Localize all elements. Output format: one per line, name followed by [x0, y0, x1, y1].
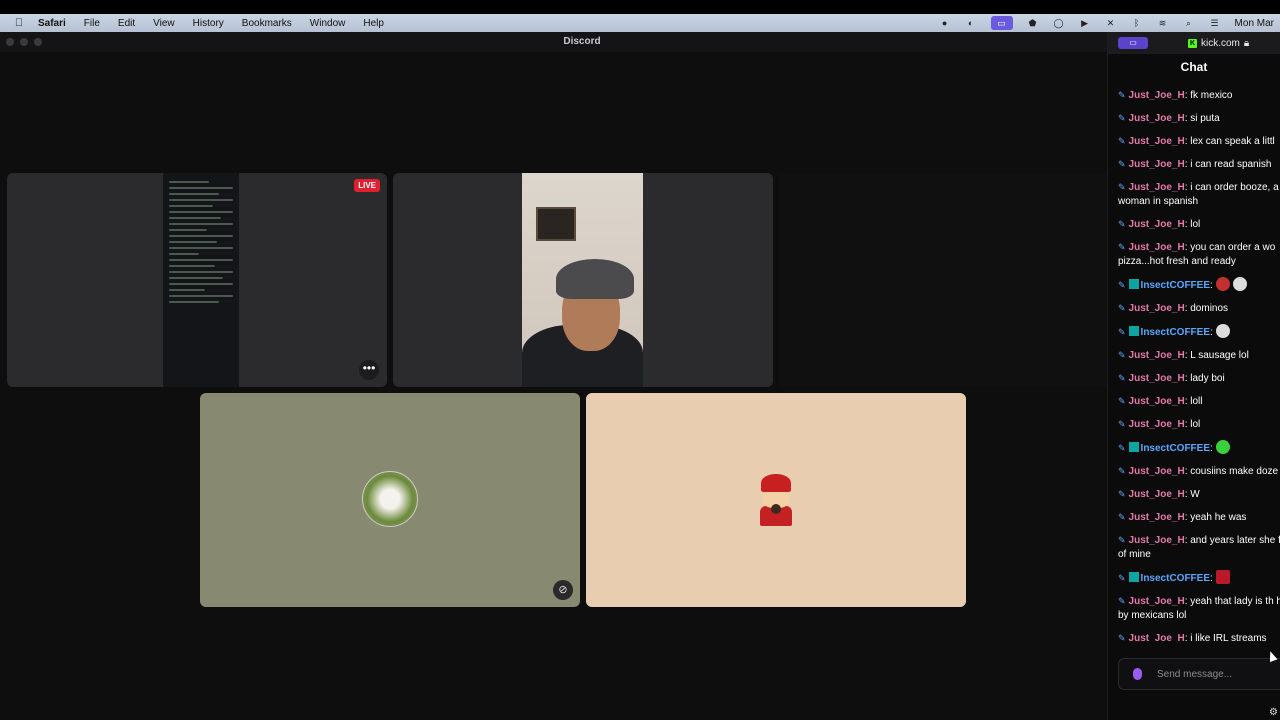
chat-message: ✎ Just_Joe_H: si puta [1118, 113, 1220, 124]
chat-message: ✎ Just_Joe_H: W [1118, 489, 1200, 500]
chat-message: ✎ Just_Joe_H: lex can speak a littl [1118, 136, 1275, 147]
menu-file[interactable]: File [84, 18, 100, 29]
empty-tile[interactable] [779, 173, 1109, 387]
menu-history[interactable]: History [193, 18, 224, 29]
address-bar[interactable]: K kick.com 🔒︎ [1188, 38, 1249, 49]
camera-off-icon: ⊘ [553, 580, 573, 600]
chat-message: ✎ Just_Joe_H: fk mexico [1118, 90, 1233, 101]
person-cap [556, 259, 634, 299]
chat-message: ✎ Just_Joe_H: yeah he was [1118, 512, 1247, 523]
chat-message: ✎ Just_Joe_H: lady boi [1118, 373, 1225, 384]
search-icon[interactable]: ⌕ [1183, 17, 1195, 29]
emote-icon [1232, 277, 1247, 291]
menu-window[interactable]: Window [310, 18, 346, 29]
chat-message: ✎ Just_Joe_H: lol [1118, 419, 1201, 430]
live-badge: LIVE [354, 179, 380, 192]
screen-share-icon[interactable]: ▭ [990, 16, 1013, 30]
bluetooth-icon[interactable]: ᛒ [1131, 17, 1143, 29]
chat-message: ✎ Just_Joe_H: you can order a wo pizza...… [1118, 242, 1276, 267]
chat-message: ✎ Just_Joe_H: i can read spanish [1118, 159, 1272, 170]
chat-message: ✎Just_Joe_H: yeah that lady is th hated … [1118, 596, 1280, 621]
chat-message: ✎ Just_Joe_H: loll [1118, 396, 1203, 407]
status-icons: ● ◐ ▭ ⬟ ◯ ▶ ✕ ᛒ ≋ ⌕ ☰ Mon Mar [939, 14, 1274, 32]
chat-message: ✎ Just_Joe_H: L sausage lol [1118, 350, 1249, 361]
menu-bar-strip:  Safari File Edit View History Bookmark… [0, 14, 1280, 32]
record-icon[interactable]: ● [939, 17, 951, 29]
clock[interactable]: Mon Mar [1235, 18, 1274, 29]
lock-icon: 🔒︎ [1243, 37, 1250, 49]
more-options-button[interactable]: ••• [359, 360, 379, 380]
chat-message: ✎ Just_Joe_H: i can order booze, a a woma… [1118, 182, 1280, 207]
window-title: Discord [563, 36, 601, 47]
sidebar-toggle-icon[interactable]: ▭ [1118, 37, 1148, 49]
menu-help[interactable]: Help [363, 18, 384, 29]
kick-topbar: ▭ K kick.com 🔒︎ [1108, 32, 1280, 54]
emote-icon [1215, 277, 1230, 291]
avatar [362, 471, 418, 527]
menu-bookmarks[interactable]: Bookmarks [242, 18, 292, 29]
wifi-icon[interactable]: ≋ [1157, 17, 1169, 29]
participant-tile[interactable] [586, 393, 966, 607]
chat-message: ✎Just_Joe_H: and years later she friend … [1118, 535, 1280, 560]
stream-preview [163, 173, 239, 387]
mic-icon[interactable] [1133, 668, 1142, 680]
chat-message: ✎ Just_Joe_H: dominos [1118, 303, 1229, 314]
apple-menu-icon[interactable]:  [0, 17, 38, 29]
chat-messages[interactable]: ✎ Just_Joe_H: fk mexico ✎ Just_Joe_H: si p… [1108, 80, 1280, 642]
window-titlebar: Discord [0, 32, 1107, 52]
chat-message: ✎ InsectCOFFEE: [1118, 277, 1280, 293]
chat-message: ✎ Just_Joe_H: cousiins make doze [1118, 466, 1279, 477]
menu-view[interactable]: View [153, 18, 175, 29]
participant-tile[interactable]: ⊘ [200, 393, 580, 607]
stream-tile[interactable]: LIVE ••• [7, 173, 387, 387]
app-menu[interactable]: Safari [38, 18, 66, 29]
menu-edit[interactable]: Edit [118, 18, 135, 29]
gear-icon[interactable]: ⚙ [1269, 707, 1278, 718]
send-message-input[interactable]: Send message... [1118, 658, 1280, 690]
wall-frame [536, 207, 576, 241]
play-icon[interactable]: ▶ [1079, 17, 1091, 29]
emote-icon [1215, 570, 1230, 584]
webcam-feed [522, 173, 643, 387]
mute-icon[interactable]: ✕ [1105, 17, 1117, 29]
chat-message: ✎ InsectCOFFEE: [1118, 324, 1280, 340]
discord-icon[interactable]: ◐ [965, 17, 977, 29]
send-message-placeholder: Send message... [1157, 669, 1233, 680]
chat-message: ✎ InsectCOFFEE: [1118, 570, 1280, 586]
emote-icon [1215, 324, 1230, 338]
control-center-icon[interactable]: ☰ [1209, 17, 1221, 29]
camera-tile[interactable] [393, 173, 773, 387]
avatar [759, 474, 793, 526]
discord-window: Discord LIVE ••• ⊘ [0, 32, 1109, 720]
chat-message: ✎ Just_Joe_H: i like IRL streams [1118, 633, 1267, 642]
emote-icon [1215, 440, 1230, 454]
kick-logo-icon: K [1188, 38, 1197, 48]
chat-message: ✎ Just_Joe_H: lol [1118, 219, 1201, 230]
chat-message: ✎ InsectCOFFEE: [1118, 440, 1280, 456]
chat-title: Chat [1180, 60, 1208, 74]
url-text: kick.com [1201, 37, 1240, 49]
shield-icon[interactable]: ⬟ [1027, 17, 1039, 29]
circle-icon[interactable]: ◯ [1053, 17, 1065, 29]
kick-chat-panel: ▭ K kick.com 🔒︎ Chat ✎ Just_Joe_H: fk mex… [1107, 32, 1280, 720]
